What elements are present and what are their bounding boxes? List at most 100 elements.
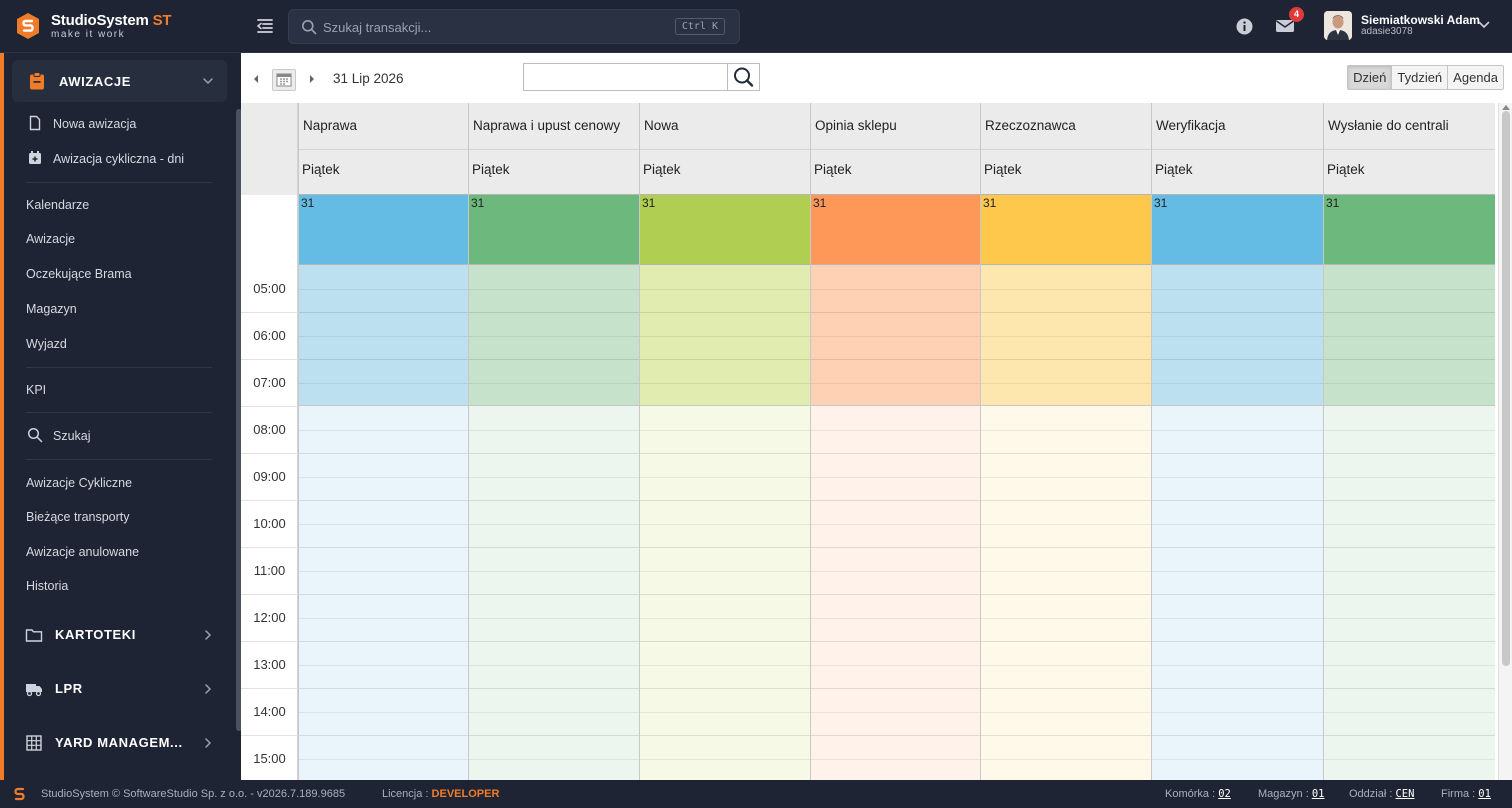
- date-picker-button[interactable]: [272, 69, 296, 91]
- non-working-hours-cell[interactable]: [299, 265, 468, 406]
- resource-header[interactable]: Naprawa: [299, 103, 468, 150]
- slot-line: [469, 711, 639, 713]
- calendar-icon: [276, 73, 292, 87]
- allday-cell[interactable]: 31: [1324, 195, 1495, 265]
- scrollbar-thumb[interactable]: [1502, 111, 1510, 666]
- sidebar-item-szukaj[interactable]: Szukaj: [53, 429, 91, 443]
- resource-header[interactable]: Opinia sklepu: [811, 103, 980, 150]
- non-working-hours-cell[interactable]: [981, 265, 1151, 406]
- resource-header[interactable]: Naprawa i upust cenowy: [469, 103, 639, 150]
- sidebar-item-biezace-transporty[interactable]: Bieżące transporty: [26, 510, 130, 524]
- working-hours-cell[interactable]: [469, 406, 639, 780]
- working-hours-cell[interactable]: [981, 406, 1151, 780]
- allday-cell[interactable]: 31: [981, 195, 1151, 265]
- scheduler-search-button[interactable]: [727, 63, 760, 91]
- firma-value[interactable]: 01: [1478, 788, 1491, 800]
- footer-firma: Firma : 01: [1441, 788, 1491, 800]
- slot-line: [1324, 429, 1495, 431]
- resource-header[interactable]: Wysłanie do centrali: [1324, 103, 1495, 150]
- sidebar-item-oczekujace-brama[interactable]: Oczekujące Brama: [26, 267, 132, 281]
- sidebar-item-awizacja-cykliczna[interactable]: Awizacja cykliczna - dni: [53, 152, 184, 166]
- prev-day-icon[interactable]: [251, 73, 261, 85]
- slot-line: [469, 476, 639, 478]
- time-label: 15:00: [253, 750, 286, 766]
- next-day-icon[interactable]: [307, 73, 317, 85]
- chevron-down-icon[interactable]: [1478, 20, 1490, 30]
- slot-line: [1324, 453, 1495, 454]
- oddzial-value[interactable]: CEN: [1395, 788, 1414, 800]
- non-working-hours-cell[interactable]: [811, 265, 980, 406]
- sidebar-item-awizacje[interactable]: Awizacje: [26, 232, 75, 246]
- scheduler-search-input[interactable]: [523, 63, 728, 91]
- scheduler-panel: 31 Lip 2026 Dzień Tydzień Agenda 05:00 06…: [241, 53, 1512, 780]
- slot-line: [299, 758, 468, 760]
- view-day-button[interactable]: Dzień: [1348, 66, 1392, 89]
- slot-line: [1324, 688, 1495, 689]
- sidebar-item-magazyn[interactable]: Magazyn: [26, 302, 77, 316]
- scheduler-scrollbar[interactable]: [1498, 103, 1512, 780]
- allday-cell[interactable]: 31: [469, 195, 639, 265]
- slot-line: [1152, 288, 1323, 290]
- view-week-button[interactable]: Tydzień: [1391, 66, 1448, 89]
- brand-name[interactable]: StudioSystem ST: [51, 12, 172, 29]
- slot-line: [640, 429, 810, 431]
- slot-line: [1324, 570, 1495, 572]
- user-name[interactable]: Siemiatkowski Adam: [1361, 13, 1480, 27]
- sidebar-section-awizacje[interactable]: AWIZACJE: [12, 60, 227, 102]
- chevron-right-icon: [205, 738, 212, 748]
- non-working-hours-cell[interactable]: [1324, 265, 1495, 406]
- slot-line: [981, 382, 1151, 384]
- search-icon: [734, 67, 754, 87]
- sidebar-item-awizacje-anulowane[interactable]: Awizacje anulowane: [26, 545, 139, 559]
- global-search-input[interactable]: [323, 16, 653, 38]
- slot-line: [1324, 735, 1495, 736]
- magazyn-label: Magazyn :: [1258, 788, 1309, 800]
- working-hours-cell[interactable]: [640, 406, 810, 780]
- info-icon[interactable]: [1236, 18, 1253, 35]
- working-hours-cell[interactable]: [299, 406, 468, 780]
- search-icon: [302, 20, 317, 35]
- allday-cell[interactable]: 31: [1152, 195, 1323, 265]
- allday-cell[interactable]: 31: [640, 195, 810, 265]
- non-working-hours-cell[interactable]: [469, 265, 639, 406]
- sidebar-section-kartoteki[interactable]: KARTOTEKI: [4, 615, 240, 655]
- slot-line: [811, 547, 980, 548]
- sidebar-item-wyjazd[interactable]: Wyjazd: [26, 337, 67, 351]
- sidebar-section-label: YARD MANAGEM...: [55, 735, 183, 750]
- allday-cell[interactable]: 31: [811, 195, 980, 265]
- time-divider: [241, 640, 298, 642]
- slot-line: [981, 288, 1151, 290]
- scroll-up-icon[interactable]: [1502, 105, 1510, 110]
- view-agenda-button[interactable]: Agenda: [1447, 66, 1503, 89]
- resource-header[interactable]: Nowa: [640, 103, 810, 150]
- slot-line: [1152, 711, 1323, 713]
- sidebar-item-kalendarze[interactable]: Kalendarze: [26, 198, 89, 212]
- komorka-value[interactable]: 02: [1218, 788, 1231, 800]
- avatar[interactable]: [1324, 11, 1352, 40]
- sidebar-section-lpr[interactable]: LPR: [4, 669, 240, 709]
- time-label: 06:00: [253, 327, 286, 343]
- time-divider: [241, 311, 298, 313]
- time-label: 10:00: [253, 515, 286, 531]
- slot-line: [299, 617, 468, 619]
- sidebar-section-yard-management[interactable]: YARD MANAGEM...: [4, 723, 240, 763]
- allday-cell[interactable]: 31: [299, 195, 468, 265]
- sidebar-item-historia[interactable]: Historia: [26, 579, 68, 593]
- resource-header[interactable]: Weryfikacja: [1152, 103, 1323, 150]
- global-search[interactable]: Ctrl K: [288, 9, 740, 44]
- slot-line: [640, 570, 810, 572]
- studiosystem-logo-icon[interactable]: [17, 13, 39, 39]
- working-hours-cell[interactable]: [1324, 406, 1495, 780]
- magazyn-value[interactable]: 01: [1312, 788, 1325, 800]
- resource-column: Weryfikacja Piątek 31: [1151, 103, 1323, 780]
- non-working-hours-cell[interactable]: [1152, 265, 1323, 406]
- working-hours-cell[interactable]: [811, 406, 980, 780]
- slot-line: [981, 735, 1151, 736]
- resource-header[interactable]: Rzeczoznawca: [981, 103, 1151, 150]
- sidebar-item-kpi[interactable]: KPI: [26, 383, 46, 397]
- sidebar-item-nowa-awizacja[interactable]: Nowa awizacja: [53, 117, 136, 131]
- non-working-hours-cell[interactable]: [640, 265, 810, 406]
- working-hours-cell[interactable]: [1152, 406, 1323, 780]
- menu-collapse-icon[interactable]: [255, 16, 275, 36]
- sidebar-item-awizacje-cykliczne[interactable]: Awizacje Cykliczne: [26, 476, 132, 490]
